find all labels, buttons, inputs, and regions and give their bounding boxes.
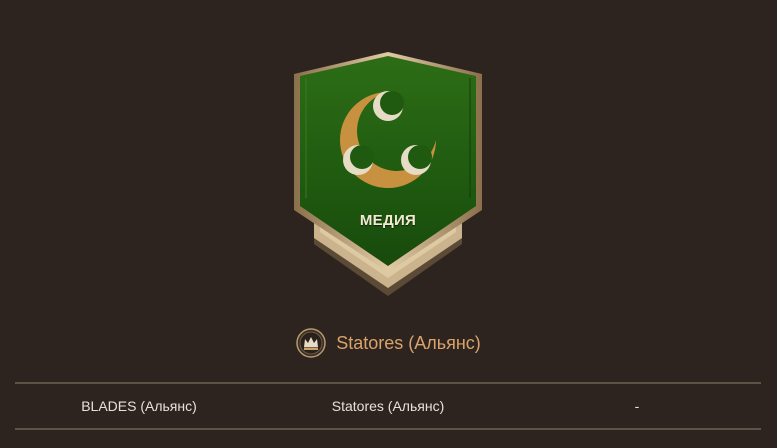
table-row: BLADES (Альянс) Statores (Альянс) - bbox=[15, 384, 761, 428]
owner-alliance-label: Statores (Альянс) bbox=[336, 332, 481, 353]
province-emblem: МЕДИЯ bbox=[286, 48, 490, 298]
owner-line: Statores (Альянс) bbox=[0, 326, 777, 360]
alliance-crown-icon bbox=[296, 328, 326, 358]
table-cell-current-owner: Statores (Альянс) bbox=[331, 398, 445, 414]
province-name: МЕДИЯ bbox=[359, 212, 417, 229]
shield-emblem-icon bbox=[294, 52, 482, 296]
table-cell-previous-owner: BLADES (Альянс) bbox=[81, 398, 197, 414]
table-cell-value: - bbox=[634, 398, 640, 414]
table-divider-bottom bbox=[15, 428, 761, 430]
